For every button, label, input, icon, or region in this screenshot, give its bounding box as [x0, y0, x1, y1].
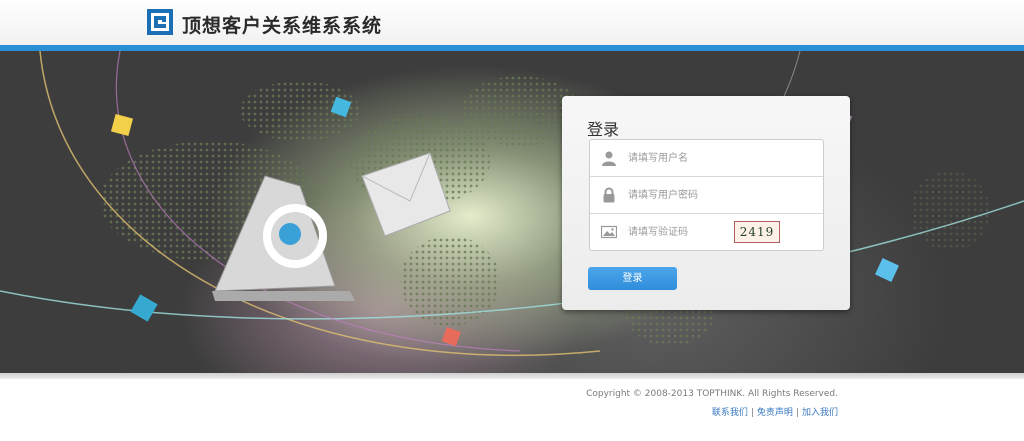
captcha-field-row: 2419 — [590, 214, 823, 250]
login-title: 登录 — [587, 120, 620, 139]
image-icon — [601, 225, 617, 239]
topthink-logo-icon — [147, 9, 173, 35]
hero-banner — [0, 51, 1024, 373]
username-input[interactable] — [628, 148, 728, 168]
disclaimer-link[interactable]: 免责声明 — [757, 408, 793, 418]
footer-links: 联系我们 | 免责声明 | 加入我们 — [712, 405, 838, 418]
captcha-input[interactable] — [628, 222, 728, 242]
username-field-row — [590, 140, 823, 177]
password-field-row — [590, 177, 823, 214]
captcha-image[interactable]: 2419 — [734, 221, 780, 243]
app-title: 顶想客户关系维系系统 — [182, 15, 383, 37]
join-us-link[interactable]: 加入我们 — [802, 408, 838, 418]
header: 顶想客户关系维系系统 — [0, 0, 1024, 45]
password-input[interactable] — [628, 185, 728, 205]
banner-bottom-border — [0, 373, 1024, 379]
footer-separator: | — [750, 408, 754, 418]
contact-us-link[interactable]: 联系我们 — [712, 408, 748, 418]
banner-illustration — [0, 51, 1024, 356]
login-panel: 登录 2419 登录 — [562, 96, 850, 310]
login-button[interactable]: 登录 — [588, 267, 677, 290]
login-form-fields: 2419 — [589, 139, 824, 251]
copyright-text: Copyright © 2008-2013 TOPTHINK. All Righ… — [586, 389, 838, 399]
footer-separator: | — [795, 408, 799, 418]
lock-icon — [603, 187, 615, 203]
user-icon — [602, 151, 616, 166]
